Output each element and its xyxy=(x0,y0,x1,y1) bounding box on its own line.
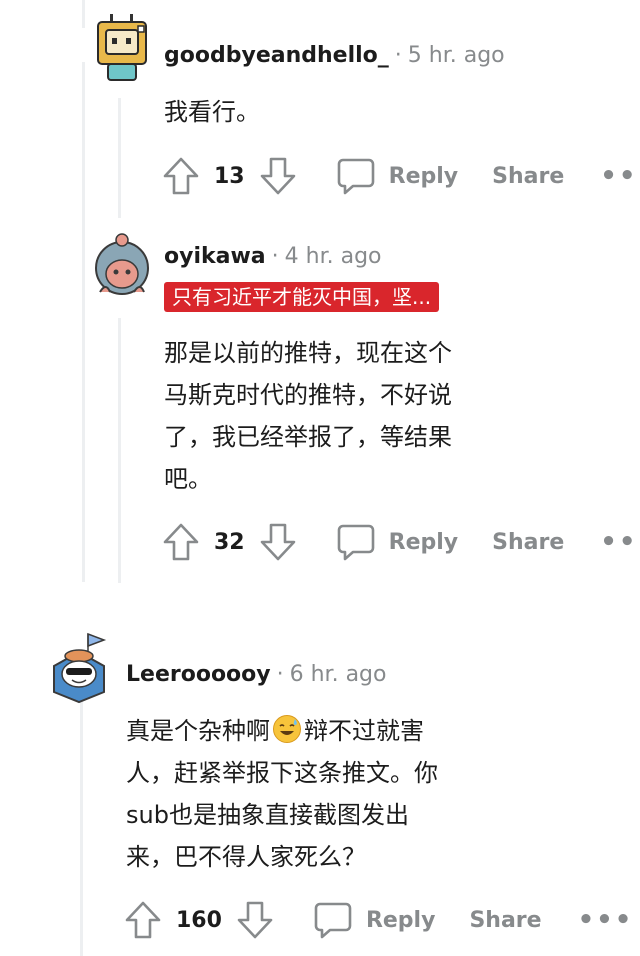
share-button[interactable]: Share xyxy=(492,530,564,555)
comment-line: 吧。 xyxy=(164,465,212,493)
comment-bubble-icon xyxy=(337,156,375,196)
comment-bubble-icon xyxy=(337,522,375,562)
vote-count: 13 xyxy=(214,163,245,189)
thread-line[interactable] xyxy=(118,98,121,218)
thread-line[interactable] xyxy=(118,318,121,583)
timestamp[interactable]: 5 hr. ago xyxy=(408,43,505,68)
reply-label: Reply xyxy=(365,907,436,933)
upvote-icon[interactable] xyxy=(124,900,162,940)
reply-button[interactable]: Reply xyxy=(314,900,436,940)
comment-body: 那是以前的推特，现在这个 马斯克时代的推特，不好说 了，我已经举报了，等结果 吧… xyxy=(164,332,452,500)
comment-body: 我看行。 xyxy=(164,91,260,133)
upvote-icon[interactable] xyxy=(162,522,200,562)
comment-line: 来，巴不得人家死么？ xyxy=(126,843,366,871)
comment-line: 了，我已经举报了，等结果 xyxy=(164,423,452,451)
downvote-icon[interactable] xyxy=(259,522,297,562)
comment-line: 我看行。 xyxy=(164,98,260,126)
reply-label: Reply xyxy=(388,163,459,189)
comment-meta: goodbyeandhello_ · 5 hr. ago xyxy=(164,42,505,70)
avatar[interactable] xyxy=(48,630,110,704)
comment-actions: 160 Reply Share ••• xyxy=(124,898,633,942)
separator: · xyxy=(276,662,284,687)
comment-actions: 13 Reply Share ••• xyxy=(162,154,640,198)
more-options-icon[interactable]: ••• xyxy=(600,163,640,189)
comment-bubble-icon xyxy=(314,900,352,940)
reply-button[interactable]: Reply xyxy=(337,156,459,196)
downvote-icon[interactable] xyxy=(259,156,297,196)
username[interactable]: goodbyeandhello_ xyxy=(164,43,389,68)
comment-meta: Leeroooooy · 6 hr. ago xyxy=(126,661,386,689)
comment-line: sub也是抽象直接截图发出 xyxy=(126,801,409,829)
comment-line: 那是以前的推特，现在这个 xyxy=(164,339,452,367)
downvote-icon[interactable] xyxy=(236,900,274,940)
user-flair: 只有习近平才能灭中国，坚... xyxy=(164,282,440,312)
sweat-smile-emoji-icon xyxy=(272,714,302,744)
comment-line: 马斯克时代的推特，不好说 xyxy=(164,381,452,409)
more-options-icon[interactable]: ••• xyxy=(578,907,634,933)
upvote-icon[interactable] xyxy=(162,156,200,196)
comment-text: 真是个杂种啊 xyxy=(126,717,270,745)
separator: · xyxy=(271,244,279,269)
avatar[interactable] xyxy=(92,12,154,84)
username[interactable]: Leeroooooy xyxy=(126,662,271,687)
comment-line: 真是个杂种啊 辩不过就害 xyxy=(126,710,438,752)
thread-line[interactable] xyxy=(82,62,85,582)
comment-body: 真是个杂种啊 辩不过就害 人，赶紧举报下这条推文。你 sub也是抽象直接截图发出 … xyxy=(126,710,438,878)
timestamp[interactable]: 6 hr. ago xyxy=(290,662,387,687)
avatar[interactable] xyxy=(90,230,154,302)
comment-actions: 32 Reply Share ••• xyxy=(162,520,640,564)
comment-line: 人，赶紧举报下这条推文。你 xyxy=(126,759,438,787)
vote-count: 32 xyxy=(214,529,245,555)
share-button[interactable]: Share xyxy=(492,164,564,189)
timestamp[interactable]: 4 hr. ago xyxy=(285,244,382,269)
reply-button[interactable]: Reply xyxy=(337,522,459,562)
separator: · xyxy=(394,43,402,68)
thread-line[interactable] xyxy=(80,700,83,956)
thread-line[interactable] xyxy=(82,0,85,28)
username[interactable]: oyikawa xyxy=(164,244,266,269)
more-options-icon[interactable]: ••• xyxy=(600,529,640,555)
comment-meta: oyikawa · 4 hr. ago xyxy=(164,243,382,271)
share-button[interactable]: Share xyxy=(469,908,541,933)
reply-label: Reply xyxy=(388,529,459,555)
vote-count: 160 xyxy=(176,907,222,933)
comment-text: 辩不过就害 xyxy=(304,717,424,745)
